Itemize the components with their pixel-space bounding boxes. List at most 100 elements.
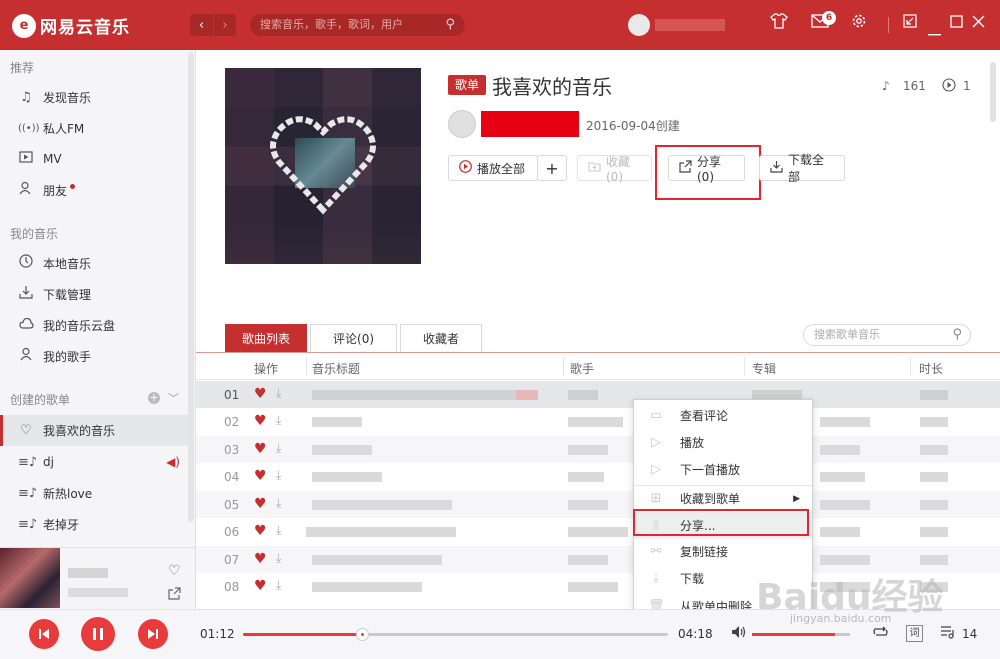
back-button[interactable]: ‹ — [190, 14, 213, 36]
liked-heart-icon[interactable]: ♥ — [254, 386, 267, 402]
table-row[interactable]: 05 ♥ ⤓ — [196, 491, 1000, 518]
app-logo[interactable]: e 网易云音乐 — [12, 13, 130, 38]
volume-icon[interactable] — [731, 625, 747, 643]
table-row[interactable]: 02 ♥ ⤓ — [196, 408, 1000, 435]
menu-item-add-to-playlist[interactable]: ⊞ 收藏到歌单 ▶ — [634, 485, 812, 512]
section-recommend: 推荐 — [10, 61, 35, 75]
download-icon[interactable]: ⤓ — [276, 578, 281, 593]
minimize-icon[interactable] — [928, 22, 941, 41]
close-icon[interactable] — [972, 13, 985, 32]
add-to-queue-button[interactable]: + — [537, 155, 567, 181]
sidebar-item-discover[interactable]: ♫ 发现音乐 — [0, 82, 188, 112]
download-all-button[interactable]: 下载全部 — [759, 153, 845, 184]
sidebar-item-label: 我的歌手 — [43, 349, 92, 364]
sidebar-scrollbar[interactable] — [188, 52, 194, 522]
tab-song-list[interactable]: 歌曲列表 — [225, 324, 308, 352]
user-avatar[interactable] — [628, 14, 650, 36]
playlist-cover[interactable] — [225, 68, 421, 264]
skin-icon[interactable] — [770, 13, 788, 33]
tab-comments[interactable]: 评论(0) — [310, 324, 398, 352]
play-count: 1 — [963, 79, 971, 93]
owner-avatar[interactable] — [448, 110, 476, 138]
table-row[interactable]: 01 ♥ ⤓ — [196, 381, 1000, 408]
message-badge: 6 — [822, 11, 836, 25]
liked-heart-icon[interactable]: ♥ — [254, 441, 267, 457]
sidebar-item-friends[interactable]: 朋友 — [0, 175, 188, 205]
download-icon[interactable]: ⤓ — [276, 496, 281, 511]
progress-knob[interactable] — [356, 628, 369, 641]
history-nav: ‹ › — [190, 14, 236, 36]
playlist-search-placeholder: 搜索歌单音乐 — [814, 328, 880, 341]
sidebar-item-singers[interactable]: 我的歌手 — [0, 341, 188, 371]
liked-heart-icon[interactable]: ♥ — [254, 551, 267, 567]
col-duration[interactable]: 时长 — [919, 360, 943, 377]
now-playing-cover[interactable] — [0, 548, 60, 608]
create-playlist-icon[interactable]: + — [148, 392, 160, 404]
table-row[interactable]: 04 ♥ ⤓ — [196, 463, 1000, 490]
sidebar-playlist-dj[interactable]: ≡♪ dj ◀) — [0, 447, 188, 477]
collect-button[interactable]: 收藏(0) — [577, 155, 652, 184]
sidebar-item-downloads[interactable]: 下载管理 — [0, 279, 188, 309]
col-title[interactable]: 音乐标题 — [312, 360, 360, 377]
table-row[interactable]: 03 ♥ ⤓ — [196, 436, 1000, 463]
col-actions: 操作 — [254, 362, 279, 376]
song-title-redacted — [312, 472, 382, 482]
folder-add-icon — [588, 161, 601, 175]
liked-heart-icon[interactable]: ♥ — [254, 413, 267, 429]
share-icon[interactable] — [168, 587, 181, 604]
liked-heart-icon[interactable]: ♥ — [254, 523, 267, 539]
next-track-button[interactable] — [138, 619, 168, 649]
sidebar-item-cloud[interactable]: 我的音乐云盘 — [0, 310, 188, 340]
table-row[interactable]: 06 ♥ ⤓ — [196, 518, 1000, 545]
sidebar-playlist-hot-love[interactable]: ≡♪ 新热love — [0, 478, 188, 508]
settings-gear-icon[interactable] — [851, 13, 867, 33]
download-icon[interactable]: ⤓ — [276, 441, 281, 456]
mini-mode-icon[interactable] — [903, 13, 917, 32]
liked-heart-icon[interactable]: ♥ — [254, 578, 267, 594]
playlist-queue-icon[interactable] — [940, 625, 956, 643]
liked-heart-icon[interactable]: ♥ — [254, 468, 267, 484]
download-icon[interactable]: ⤓ — [276, 468, 281, 483]
loop-mode-icon[interactable] — [872, 625, 889, 643]
maximize-icon[interactable] — [950, 13, 963, 32]
col-album[interactable]: 专辑 — [752, 360, 776, 377]
sidebar-item-mv[interactable]: MV — [0, 144, 188, 174]
menu-item-view-comments[interactable]: ▭ 查看评论 — [634, 402, 812, 429]
menu-item-copy-link[interactable]: ⚯ 复制链接 — [634, 538, 812, 565]
row-index: 01 — [224, 388, 240, 402]
download-icon[interactable]: ⤓ — [276, 413, 281, 428]
album-redacted — [820, 500, 870, 510]
main-scrollbar[interactable] — [990, 62, 996, 122]
netease-logo-icon: e — [12, 13, 36, 38]
play-all-button[interactable]: 播放全部 — [448, 155, 538, 181]
sidebar-playlist-favorites[interactable]: ♡ 我喜欢的音乐 — [0, 415, 188, 446]
search-icon[interactable]: ⚲ — [445, 14, 455, 36]
owner-name-redacted[interactable] — [481, 111, 579, 137]
playlist-search-input[interactable]: 搜索歌单音乐 ⚲ — [803, 324, 971, 346]
col-artist[interactable]: 歌手 — [570, 360, 594, 377]
download-icon[interactable]: ⤓ — [276, 523, 281, 538]
download-icon[interactable]: ⤓ — [276, 386, 281, 401]
chevron-down-icon[interactable]: ﹀ — [168, 390, 179, 406]
search-input[interactable]: 搜索音乐，歌手，歌词，用户 ⚲ — [250, 14, 465, 36]
menu-item-play-next[interactable]: ▷ 下一首播放 — [634, 456, 812, 483]
lyrics-toggle-button[interactable]: 词 — [906, 625, 923, 642]
menu-item-play[interactable]: ▷ 播放 — [634, 429, 812, 456]
album-redacted — [820, 445, 860, 455]
liked-heart-icon[interactable]: ♥ — [254, 496, 267, 512]
sidebar-item-local-music[interactable]: 本地音乐 — [0, 248, 188, 278]
search-icon[interactable]: ⚲ — [952, 325, 962, 345]
pause-button[interactable] — [81, 617, 115, 651]
sidebar-item-fm[interactable]: ((•)) 私人FM — [0, 113, 188, 143]
section-my-music: 我的音乐 — [10, 227, 59, 241]
download-icon[interactable]: ⤓ — [276, 551, 281, 566]
sidebar-playlist-oldies[interactable]: ≡♪ 老掉牙 — [0, 509, 188, 539]
like-heart-icon[interactable]: ♡ — [168, 563, 181, 579]
progress-bar[interactable] — [243, 633, 668, 636]
previous-track-button[interactable] — [29, 619, 59, 649]
username-redacted[interactable] — [655, 19, 725, 31]
volume-slider[interactable] — [752, 633, 850, 636]
song-title-redacted — [312, 390, 532, 400]
forward-button[interactable]: › — [213, 14, 236, 36]
tab-collectors[interactable]: 收藏者 — [400, 324, 483, 352]
